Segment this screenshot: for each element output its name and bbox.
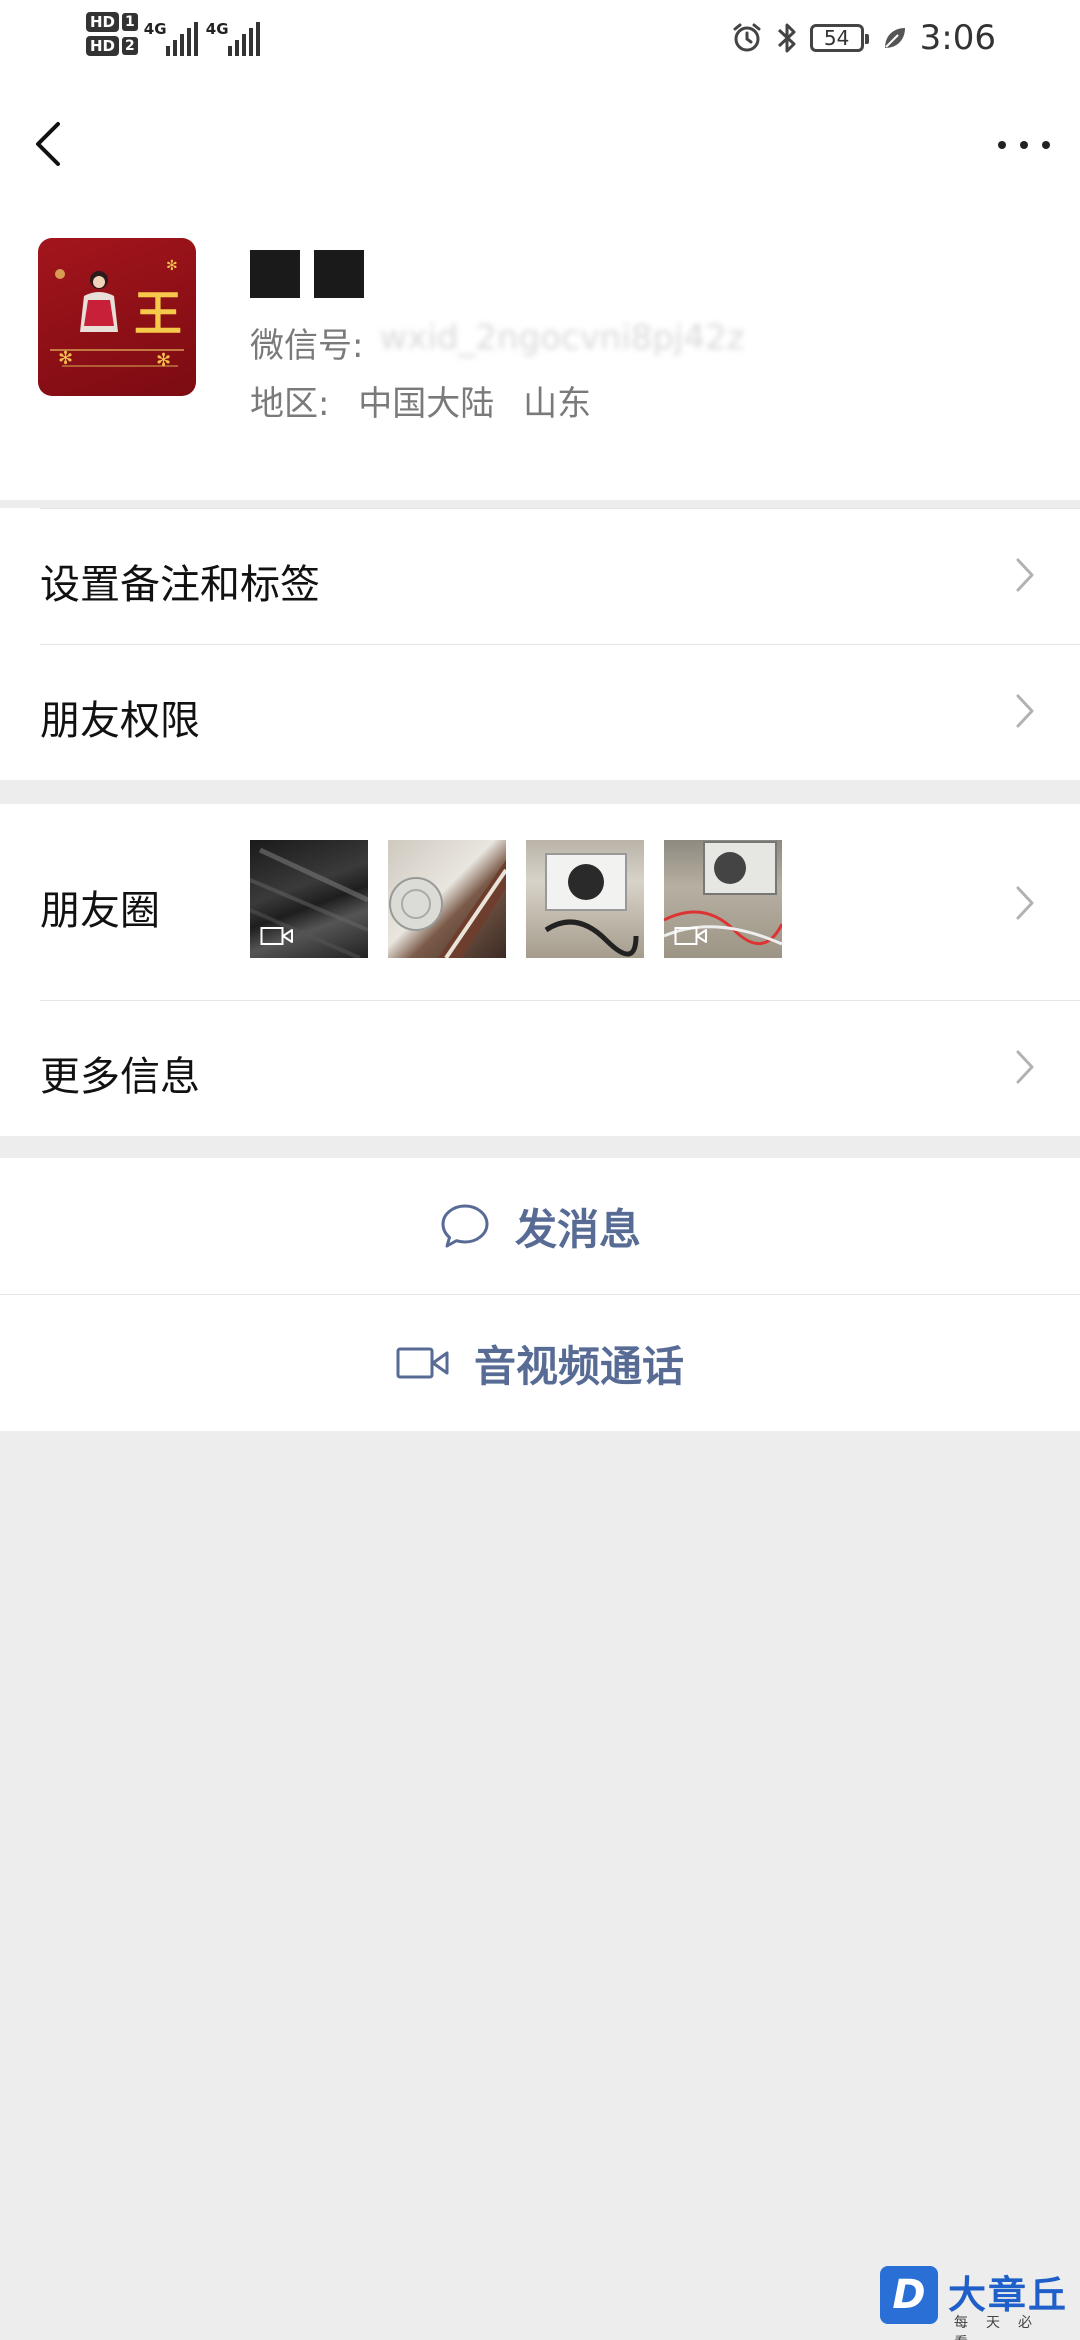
moments-thumbnails bbox=[250, 840, 782, 958]
dot-icon bbox=[998, 141, 1006, 149]
chevron-right-icon bbox=[1016, 558, 1034, 592]
sim2-indicator: HD 2 bbox=[86, 36, 138, 56]
region-label: 地区: bbox=[250, 384, 330, 424]
chevron-right-icon bbox=[1016, 694, 1034, 728]
network-type-2: 4G bbox=[205, 20, 229, 38]
contact-profile-screen: HD 1 HD 2 4G 4G 54 3:06 王 ✻ ✻ ✻ 微信号: wxi… bbox=[0, 0, 1080, 2340]
thumbnail-art bbox=[389, 860, 506, 958]
battery-icon: 54 bbox=[809, 24, 869, 52]
row-label: 朋友圈 bbox=[40, 888, 160, 934]
sim2-hd: HD bbox=[86, 36, 120, 56]
redaction-block bbox=[250, 250, 300, 298]
alarm-icon bbox=[733, 23, 761, 52]
moment-thumbnail bbox=[250, 840, 368, 958]
avatar[interactable]: 王 ✻ ✻ ✻ bbox=[38, 238, 196, 396]
divider bbox=[40, 508, 1080, 509]
back-button[interactable] bbox=[28, 116, 68, 172]
dot-icon bbox=[1020, 141, 1028, 149]
send-message-button[interactable]: 发消息 bbox=[0, 1158, 1080, 1294]
clock: 3:06 bbox=[919, 18, 996, 58]
leaf-icon bbox=[884, 28, 905, 48]
status-bar: HD 1 HD 2 4G 4G 54 3:06 bbox=[0, 0, 1080, 86]
divider bbox=[40, 1000, 1080, 1001]
watermark-subtitle: 每天必看 bbox=[954, 2315, 1050, 2340]
divider bbox=[0, 1294, 1080, 1295]
row-friend-permissions[interactable]: 朋友权限 bbox=[0, 644, 1080, 780]
watermark-title: 大章丘 bbox=[948, 2273, 1069, 2317]
region: 地区: 中国大陆 山东 bbox=[250, 376, 609, 425]
divider bbox=[40, 644, 1080, 645]
sim2-num: 2 bbox=[122, 37, 138, 55]
region-country: 中国大陆 bbox=[358, 384, 495, 424]
nickname-redacted bbox=[250, 250, 364, 298]
signal-icon-2: 4G bbox=[206, 12, 262, 56]
chat-bubble-icon bbox=[441, 1204, 489, 1248]
region-province: 山东 bbox=[523, 384, 592, 424]
sim1-hd: HD bbox=[86, 12, 120, 32]
video-call-icon bbox=[396, 1347, 449, 1379]
row-label: 更多信息 bbox=[40, 1054, 200, 1100]
sim-indicators: HD 1 HD 2 bbox=[86, 12, 138, 56]
moment-thumbnail bbox=[526, 840, 644, 958]
signal-icon-1: 4G bbox=[144, 12, 200, 56]
chevron-right-icon bbox=[1016, 1050, 1034, 1084]
watermark-logo: D bbox=[880, 2266, 938, 2324]
status-right: 54 3:06 bbox=[730, 18, 996, 58]
row-label: 朋友权限 bbox=[40, 698, 200, 744]
sim1-num: 1 bbox=[122, 13, 138, 31]
row-remark-tags[interactable]: 设置备注和标签 bbox=[0, 508, 1080, 644]
wechat-id-label: 微信号: bbox=[250, 326, 364, 366]
row-more-info[interactable]: 更多信息 bbox=[0, 1000, 1080, 1136]
bluetooth-icon bbox=[777, 23, 796, 53]
wechat-id: 微信号: wxid_2ngocvni8pj42z bbox=[250, 318, 745, 367]
video-icon bbox=[260, 927, 293, 945]
send-message-label: 发消息 bbox=[514, 1204, 641, 1254]
row-label: 设置备注和标签 bbox=[40, 562, 320, 608]
moment-thumbnail bbox=[664, 840, 782, 958]
sim1-indicator: HD 1 bbox=[86, 12, 138, 32]
thumbnail-art bbox=[544, 853, 639, 957]
avatar-decoration bbox=[50, 269, 184, 367]
row-moments[interactable]: 朋友圈 bbox=[0, 804, 1080, 1000]
chevron-right-icon bbox=[1016, 886, 1034, 920]
status-left: HD 1 HD 2 4G 4G bbox=[86, 12, 262, 56]
av-call-label: 音视频通话 bbox=[473, 1341, 684, 1391]
av-call-button[interactable]: 音视频通话 bbox=[0, 1295, 1080, 1431]
dot-icon bbox=[1042, 141, 1050, 149]
network-type-1: 4G bbox=[143, 20, 167, 38]
wechat-id-value: wxid_2ngocvni8pj42z bbox=[379, 318, 745, 358]
profile-header: 王 ✻ ✻ ✻ 微信号: wxid_2ngocvni8pj42z 地区: 中国大… bbox=[0, 86, 1080, 500]
redaction-block bbox=[314, 250, 364, 298]
moment-thumbnail bbox=[388, 840, 506, 958]
watermark: D 大章丘 每天必看 bbox=[880, 2266, 1080, 2340]
more-options-button[interactable] bbox=[998, 130, 1050, 160]
video-icon bbox=[674, 927, 707, 945]
